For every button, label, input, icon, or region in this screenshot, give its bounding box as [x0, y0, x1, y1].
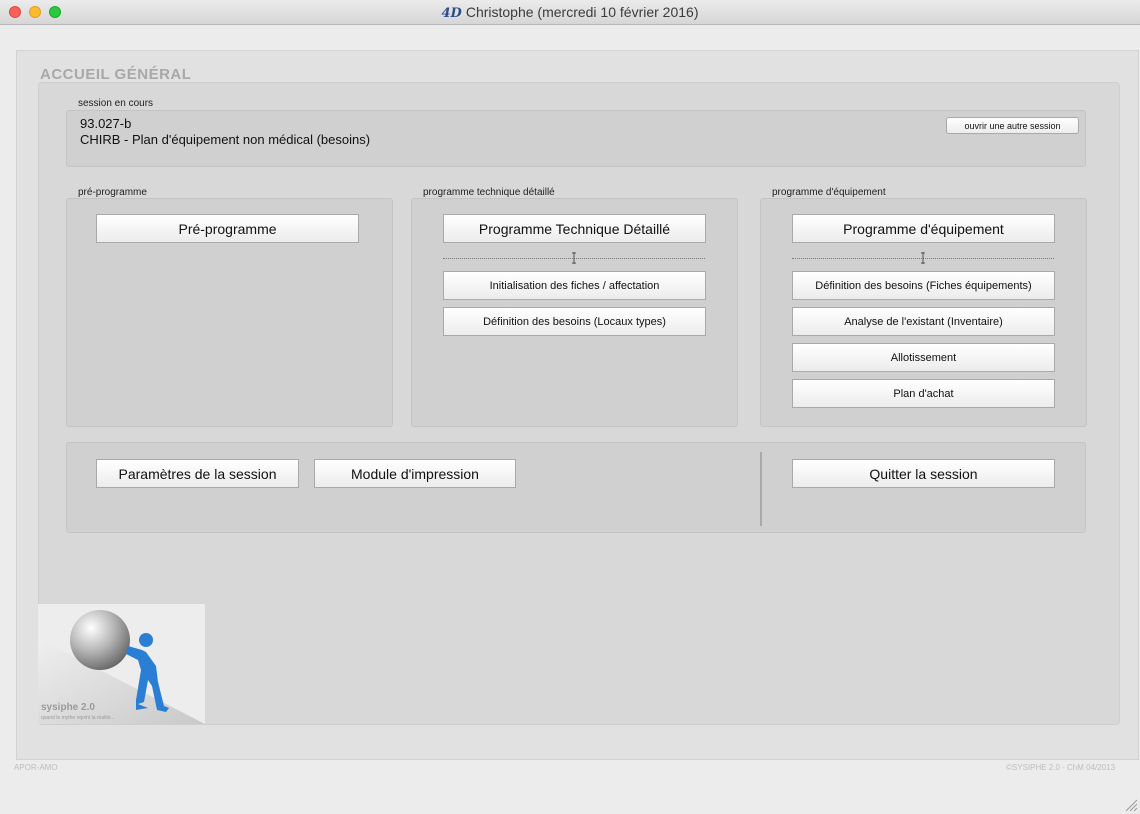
analyse-existant-button[interactable]: Analyse de l'existant (Inventaire): [792, 307, 1055, 336]
print-module-button[interactable]: Module d'impression: [314, 459, 516, 488]
page-title: ACCUEIL GÉNÉRAL: [40, 66, 192, 83]
definition-besoins-equipements-button[interactable]: Définition des besoins (Fiches équipemen…: [792, 271, 1055, 300]
pre-programme-label: pré-programme: [78, 187, 147, 198]
programme-technique-button[interactable]: Programme Technique Détaillé: [443, 214, 706, 243]
sysiphe-logo-title: sysiphe 2.0: [41, 702, 95, 713]
footer-left-text: APOR-AMO: [14, 763, 58, 772]
splitter-handle-icon[interactable]: [571, 252, 577, 264]
splitter-handle-icon[interactable]: [920, 252, 926, 264]
session-parameters-button[interactable]: Paramètres de la session: [96, 459, 299, 488]
footer-right-text: ©SYSIPHE 2.0 - ChM 04/2013: [1006, 763, 1116, 772]
open-other-session-button[interactable]: ouvrir une autre session: [946, 117, 1079, 134]
window-title: 4D Christophe (mercredi 10 février 2016): [0, 0, 1140, 24]
session-name: CHIRB - Plan d'équipement non médical (b…: [80, 132, 371, 147]
programme-technique-label: programme technique détaillé: [423, 187, 555, 198]
plan-achat-button[interactable]: Plan d'achat: [792, 379, 1055, 408]
resize-grip-icon[interactable]: [1124, 798, 1138, 812]
4d-logo-icon: 4D: [441, 6, 462, 21]
vertical-separator: [760, 452, 762, 526]
programme-equipement-label: programme d'équipement: [772, 187, 886, 198]
definition-besoins-locaux-button[interactable]: Définition des besoins (Locaux types): [443, 307, 706, 336]
programme-equipement-button[interactable]: Programme d'équipement: [792, 214, 1055, 243]
window-title-text: Christophe (mercredi 10 février 2016): [465, 4, 699, 20]
init-fiches-button[interactable]: Initialisation des fiches / affectation: [443, 271, 706, 300]
session-code: 93.027-b: [80, 116, 132, 131]
quit-session-button[interactable]: Quitter la session: [792, 459, 1055, 488]
sysiphe-logo-tagline: quand le mythe rejoint la réalité...: [41, 715, 115, 721]
sysiphe-logo: sysiphe 2.0 quand le mythe rejoint la ré…: [38, 604, 205, 724]
pre-programme-button[interactable]: Pré-programme: [96, 214, 359, 243]
allotissement-button[interactable]: Allotissement: [792, 343, 1055, 372]
session-label: session en cours: [78, 98, 154, 109]
